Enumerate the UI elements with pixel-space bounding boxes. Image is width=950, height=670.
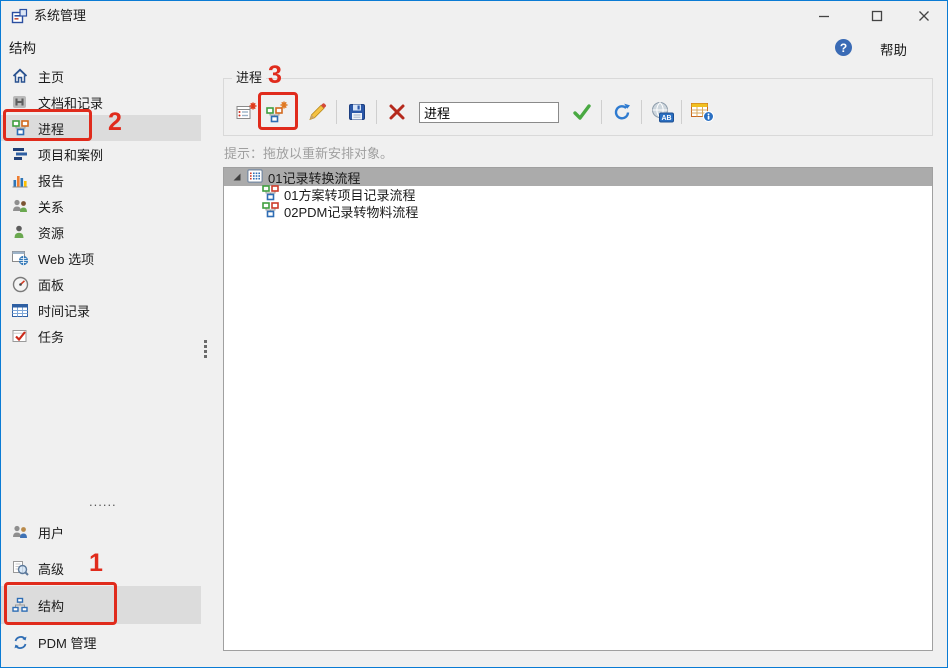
toolbar-separator: [641, 100, 642, 124]
minimize-button[interactable]: [807, 4, 841, 28]
expander-icon[interactable]: [232, 172, 242, 182]
annotation-number-3: 3: [268, 61, 282, 90]
gantt-icon: [11, 145, 29, 163]
sidebar-item-dashboards[interactable]: 面板: [1, 271, 201, 297]
new-record-icon: [235, 101, 257, 123]
table-info-icon: [690, 101, 714, 123]
globe-translate-icon: AB: [650, 101, 674, 123]
help-icon[interactable]: ?: [835, 39, 852, 56]
window-title: 系统管理: [34, 1, 86, 31]
flowchart-icon: [262, 202, 279, 221]
drag-hint-text: 提示：拖放以重新安排对象。: [224, 143, 393, 162]
sidebar-item-tasks[interactable]: 任务: [1, 323, 201, 349]
users-icon: [11, 523, 29, 541]
refresh-button[interactable]: [608, 98, 635, 126]
translate-button[interactable]: AB: [648, 98, 675, 126]
gauge-icon: [11, 275, 29, 293]
tree-node-label: 02PDM记录转物料流程: [284, 202, 418, 221]
sidebar-item-reports[interactable]: 报告: [1, 167, 201, 193]
annotation-box-step1: [4, 582, 117, 625]
tree-node-child[interactable]: 01方案转项目记录流程: [224, 186, 932, 203]
delete-button[interactable]: [383, 98, 410, 126]
home-icon: [11, 67, 29, 85]
tree-node-label: 01记录转换流程: [268, 168, 360, 187]
sidebar-item-label: 项目和案例: [38, 145, 103, 164]
tree-node-root[interactable]: 01记录转换流程: [224, 168, 932, 186]
process-toolbar: AB: [230, 96, 717, 128]
people-icon: [11, 197, 29, 215]
section-title: 结构: [9, 37, 36, 57]
sidebar-item-label: 主页: [38, 67, 64, 86]
process-name-input[interactable]: [419, 102, 559, 123]
sidebar-nav: 主页 文档和记录 进程: [1, 63, 201, 349]
person-icon: [11, 223, 29, 241]
sidebar-item-label: 报告: [38, 171, 64, 190]
system-management-window: 系统管理 结构 ? 帮助 主页: [0, 0, 948, 668]
nav-separator-dots: ......: [89, 494, 117, 509]
close-icon: [918, 10, 930, 22]
sidebar-item-label: Web 选项: [38, 249, 94, 268]
toolbar-separator: [601, 100, 602, 124]
titlebar: 系统管理: [1, 1, 947, 31]
maximize-icon: [871, 10, 883, 22]
sidebar-item-label: 任务: [38, 327, 64, 346]
annotation-box-step3: [258, 92, 298, 130]
sidebar-item-label: 资源: [38, 223, 64, 242]
sidebar-item-projects[interactable]: 项目和案例: [1, 141, 201, 167]
groupbox-title: 进程: [232, 67, 266, 86]
toolbar-separator: [681, 100, 682, 124]
annotation-number-2: 2: [108, 108, 122, 137]
sidebar-item-label: 关系: [38, 197, 64, 216]
edit-pencil-icon: [306, 101, 328, 123]
save-floppy-icon: [347, 102, 367, 122]
bar-chart-icon: [11, 171, 29, 189]
confirm-button[interactable]: [568, 98, 595, 126]
confirm-check-icon: [571, 101, 593, 123]
task-check-icon: [11, 327, 29, 345]
sidebar-item-resources[interactable]: 资源: [1, 219, 201, 245]
toolbar-separator: [336, 100, 337, 124]
sidebar-item-label: 面板: [38, 275, 64, 294]
sidebar-item-web-options[interactable]: Web 选项: [1, 245, 201, 271]
refresh-icon: [612, 102, 632, 122]
save-button[interactable]: [343, 98, 370, 126]
annotation-box-step2: [3, 109, 92, 141]
close-button[interactable]: [907, 4, 941, 28]
sidebar-item-relationships[interactable]: 关系: [1, 193, 201, 219]
minimize-icon: [818, 10, 830, 22]
sync-icon: [11, 633, 29, 651]
record-table-icon: [247, 169, 263, 186]
tree-node-child[interactable]: 02PDM记录转物料流程: [224, 203, 932, 220]
toolbar-separator: [376, 100, 377, 124]
process-tree: 01记录转换流程 01方案转项目记录流程: [223, 167, 933, 651]
app-icon: [11, 8, 28, 25]
annotation-number-1: 1: [89, 549, 103, 578]
timesheet-icon: [11, 301, 29, 319]
edit-button[interactable]: [303, 98, 330, 126]
web-globe-icon: [11, 249, 29, 267]
sidebar-item-label: 时间记录: [38, 301, 90, 320]
maximize-button[interactable]: [860, 4, 894, 28]
sidebar-item-home[interactable]: 主页: [1, 63, 201, 89]
table-info-button[interactable]: [688, 98, 715, 126]
splitter-handle[interactable]: [204, 340, 207, 358]
sidebar-item-label: PDM 管理: [38, 633, 97, 652]
new-record-button[interactable]: [232, 98, 259, 126]
sidebar-item-users[interactable]: 用户: [1, 514, 201, 550]
svg-text:AB: AB: [661, 115, 671, 122]
advanced-tools-icon: [11, 559, 29, 577]
sidebar-item-pdm-management[interactable]: PDM 管理: [1, 624, 201, 660]
sidebar-item-label: 高级: [38, 559, 64, 578]
delete-x-icon: [387, 102, 407, 122]
sidebar-item-label: 用户: [38, 523, 64, 542]
sidebar-item-time-records[interactable]: 时间记录: [1, 297, 201, 323]
help-button[interactable]: 帮助: [880, 39, 907, 59]
